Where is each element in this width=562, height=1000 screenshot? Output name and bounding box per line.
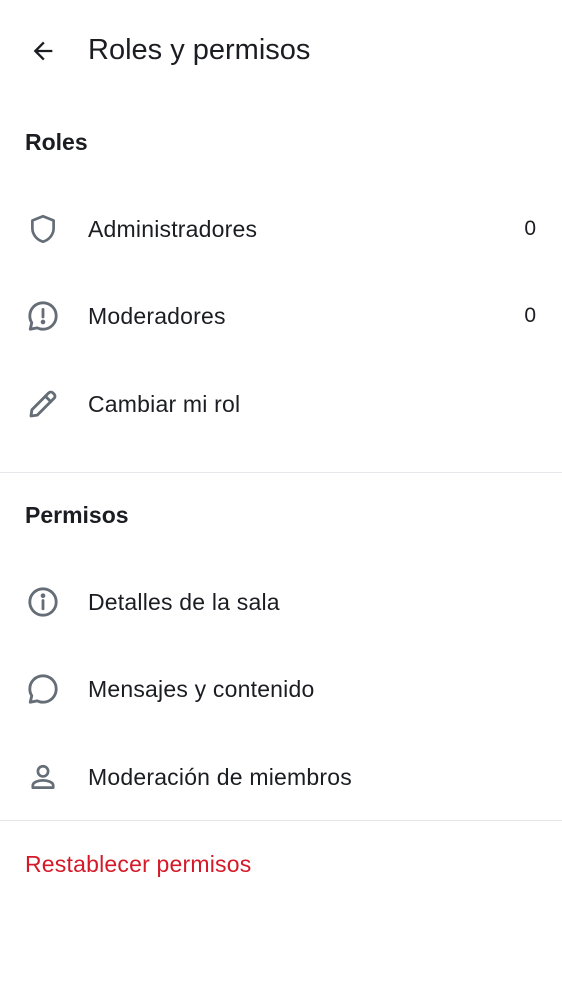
shield-icon: [24, 210, 62, 248]
arrow-left-icon: [29, 37, 57, 65]
permission-item-label: Detalles de la sala: [88, 589, 280, 615]
top-app-bar: Roles y permisos: [0, 0, 562, 100]
role-count: 0: [524, 217, 536, 240]
info-icon: [24, 583, 62, 621]
pencil-icon: [24, 385, 62, 423]
reset-permissions-button[interactable]: Restablecer permisos: [25, 848, 251, 880]
permission-item-member-moderation[interactable]: Moderación de miembros: [0, 734, 562, 818]
section-divider: [0, 820, 562, 821]
permission-item-room-details[interactable]: Detalles de la sala: [0, 559, 562, 643]
permission-item-label: Mensajes y contenido: [88, 676, 315, 702]
role-item-label: Administradores: [88, 216, 258, 242]
permission-item-messages-content[interactable]: Mensajes y contenido: [0, 646, 562, 730]
page-title: Roles y permisos: [88, 34, 311, 66]
back-button[interactable]: [22, 30, 64, 72]
user-icon: [24, 758, 62, 796]
change-my-role-item[interactable]: Cambiar mi rol: [0, 361, 562, 445]
role-count: 0: [524, 304, 536, 327]
change-my-role-label: Cambiar mi rol: [88, 391, 241, 417]
chat-bubble-icon: [24, 670, 62, 708]
alert-bubble-icon: [24, 297, 62, 335]
roles-section-header: Roles: [25, 129, 88, 155]
permissions-section-header: Permisos: [25, 502, 129, 528]
section-divider: [0, 472, 562, 473]
permission-item-label: Moderación de miembros: [88, 764, 352, 790]
role-item-label: Moderadores: [88, 303, 226, 329]
role-item-administradores[interactable]: Administradores 0: [0, 186, 562, 270]
role-item-moderadores[interactable]: Moderadores 0: [0, 273, 562, 357]
